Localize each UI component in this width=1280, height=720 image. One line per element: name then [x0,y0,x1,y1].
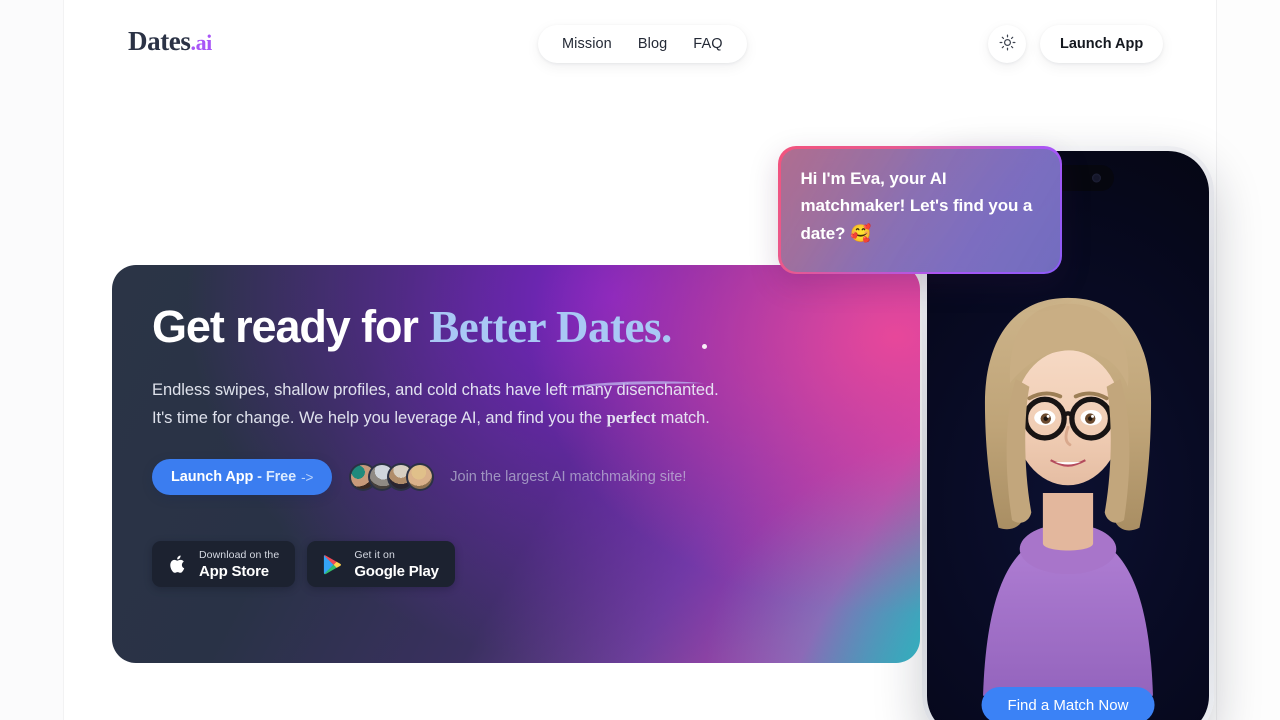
google-play-icon [321,554,343,575]
theme-toggle-button[interactable] [988,25,1026,63]
eva-avatar [927,283,1209,720]
cta-label: Launch App [171,469,254,486]
headline-period: . [661,302,672,352]
google-play-text: Get it on Google Play [354,550,439,579]
primary-nav: Mission Blog FAQ [538,25,747,63]
site-header: Dates.ai Mission Blog FAQ Launch App [64,0,1216,88]
subtitle-line-2b: match. [660,409,710,428]
eva-chat-bubble: Hi I'm Eva, your AI matchmaker! Let's fi… [778,146,1062,274]
sun-icon [999,34,1016,54]
google-play-title: Google Play [354,562,439,580]
google-play-eyebrow: Get it on [354,549,395,561]
hero-content: Get ready for Better Dates. Endless swip… [152,301,890,588]
launch-app-free-button[interactable]: Launch App - Free -> [152,459,333,496]
landing-page: Dates.ai Mission Blog FAQ Launch App Fin… [0,0,1280,720]
app-store-badges: Download on the App Store Get it on Goog… [152,541,890,588]
app-store-text: Download on the App Store [199,550,279,579]
app-store-title: App Store [199,562,269,580]
nav-item-mission[interactable]: Mission [562,36,612,52]
page-title: Get ready for Better Dates. [152,301,890,388]
arrow-right-icon: -> [301,469,314,485]
viewport-gutter-left [0,0,64,720]
camera-icon [1092,173,1101,183]
nav-item-blog[interactable]: Blog [638,36,667,52]
headline-accent: Better Dates [429,302,662,352]
nav-item-faq[interactable]: FAQ [693,36,722,52]
brand-logo-suffix: .ai [190,30,212,55]
apple-icon [166,554,188,575]
brand-logo[interactable]: Dates.ai [128,28,212,55]
brand-logo-name: Dates [128,26,191,56]
hero-subtitle: Endless swipes, shallow profiles, and co… [152,376,890,432]
app-store-button[interactable]: Download on the App Store [152,541,296,588]
headline-underline-swoosh [566,381,704,388]
find-a-match-now-button[interactable]: Find a Match Now [981,687,1155,720]
social-proof-text: Join the largest AI matchmaking site! [450,469,687,486]
hero-cta-row: Launch App - Free -> Join the largest AI … [152,459,890,496]
app-store-eyebrow: Download on the [199,549,280,561]
cta-free-label: - Free [257,469,297,486]
header-launch-app-button[interactable]: Launch App [1040,25,1164,63]
google-play-button[interactable]: Get it on Google Play [307,541,455,588]
avatar [406,463,435,492]
viewport-gutter-right [1216,0,1280,720]
chat-bubble-body: Hi I'm Eva, your AI matchmaker! Let's fi… [780,148,1060,272]
chat-bubble-message: Hi I'm Eva, your AI matchmaker! Let's fi… [800,168,1033,243]
headline-prefix: Get ready for [152,301,419,352]
subtitle-emphasis-perfect: perfect [606,408,657,428]
subtitle-line-2a: It's time for change. We help you levera… [152,409,603,428]
social-proof-avatars [349,463,435,492]
hero-card: Get ready for Better Dates. Endless swip… [112,265,920,663]
